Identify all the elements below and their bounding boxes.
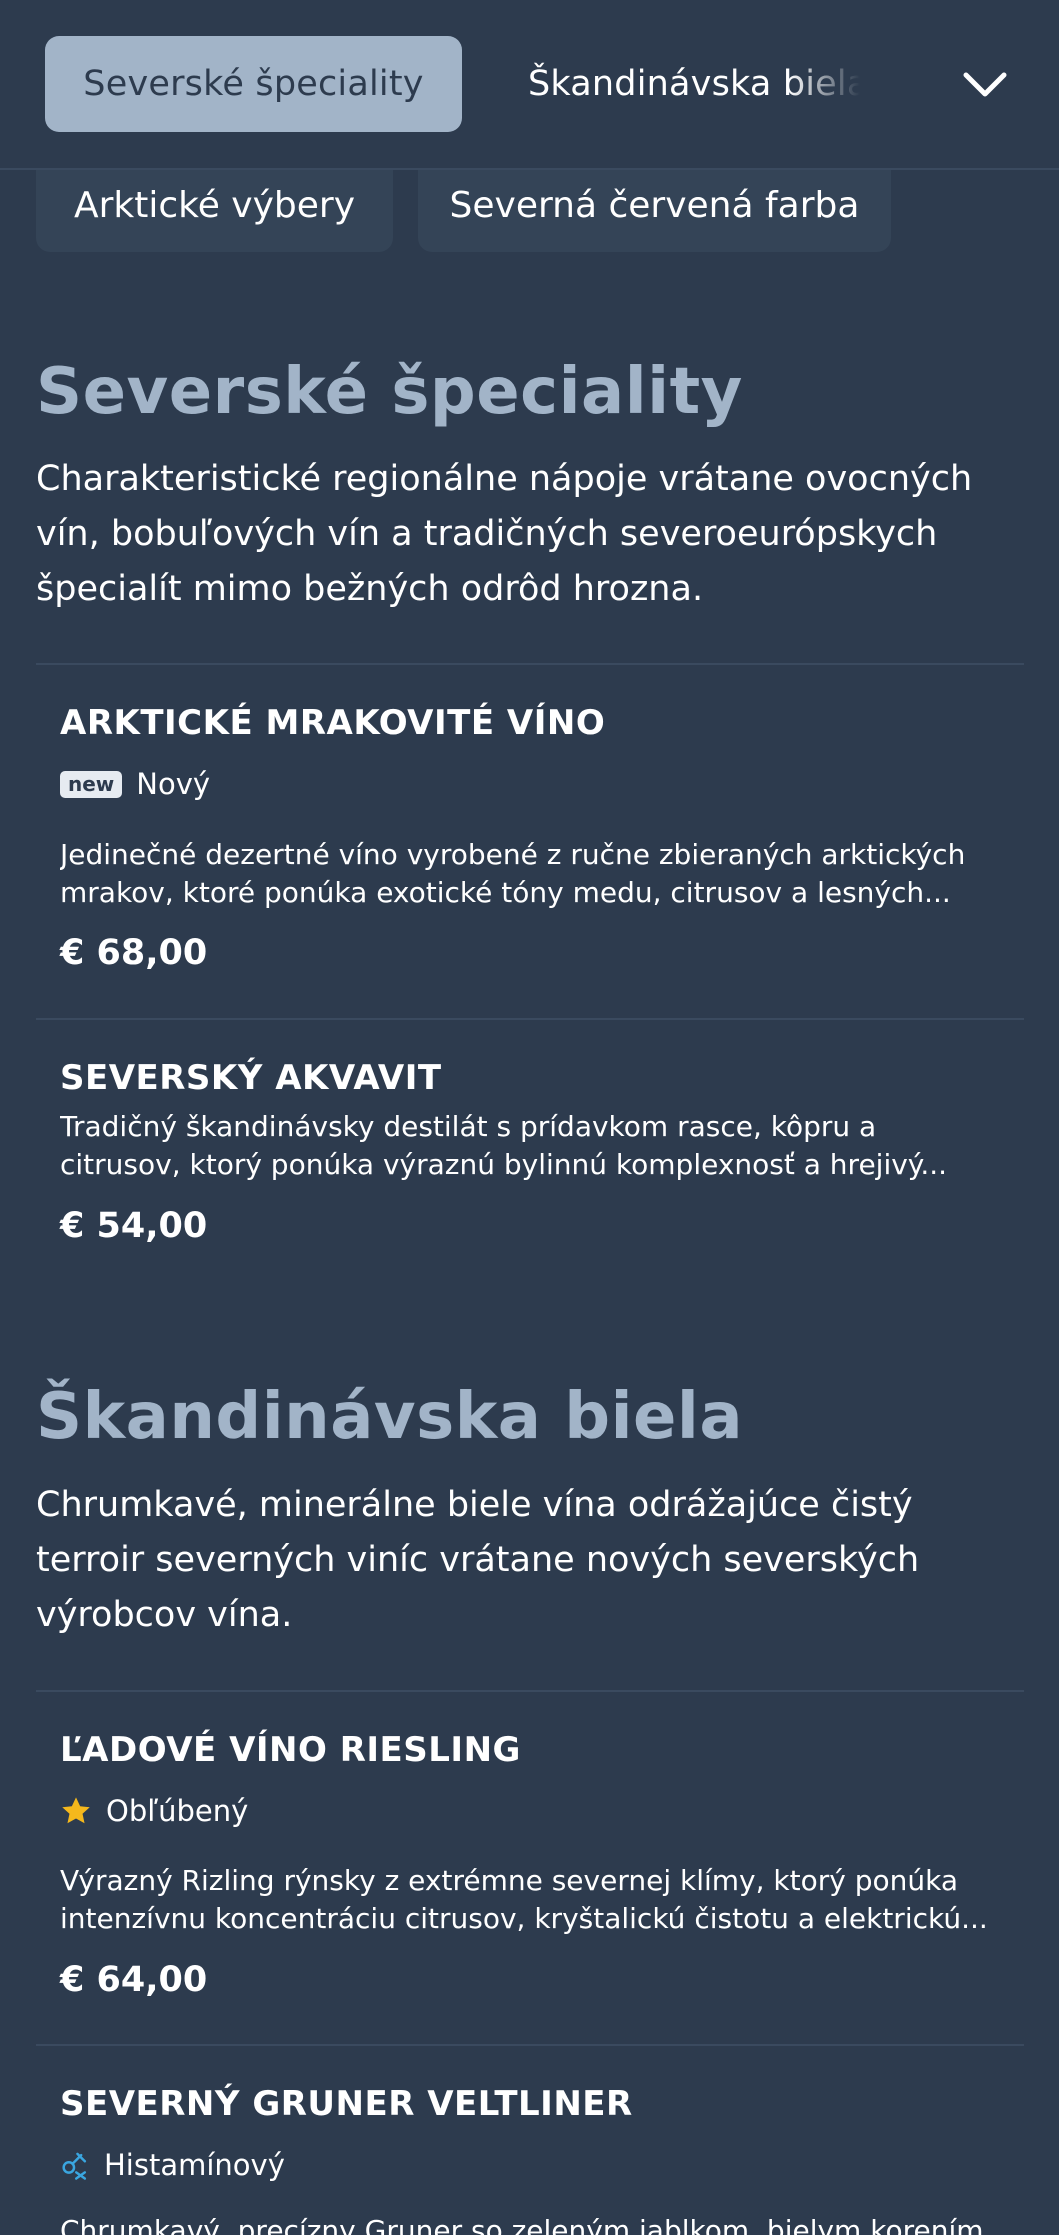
item-description: Výrazný Rizling rýnsky z extrémne severn… — [60, 1864, 988, 1935]
badge-label: Obľúbený — [106, 1794, 249, 1828]
item-description: Tradičný škandinávsky destilát s prídavk… — [60, 1110, 948, 1181]
item-name: SEVERSKÝ AKVAVIT — [60, 1058, 442, 1098]
category-pill-label: Severná červená farba — [449, 185, 860, 226]
badge-label: Nový — [136, 767, 211, 801]
new-badge-icon: new — [60, 770, 123, 798]
category-tab-scandinavian-white[interactable]: Škandinávska biela — [500, 36, 860, 132]
expand-categories-button[interactable] — [955, 55, 1015, 115]
category-tab-label: Škandinávska biela — [528, 64, 860, 104]
item-description: Chrumkavý, precízny Gruner so zeleným ja… — [60, 2214, 984, 2235]
item-name: SEVERNÝ GRUNER VELTLINER — [60, 2084, 633, 2124]
item-price: € 54,00 — [60, 1206, 208, 1246]
divider — [36, 1690, 1024, 1692]
star-icon — [62, 1797, 90, 1824]
section-title: Severské špeciality — [36, 355, 743, 429]
divider — [36, 1018, 1024, 1020]
menu-page: Arktické výbery Severná červená farba Se… — [0, 0, 1059, 2235]
item-badge: new Nový — [60, 764, 210, 804]
section-description: Chrumkavé, minerálne biele vína odrážajú… — [36, 1485, 920, 1635]
category-pill-label: Arktické výbery — [73, 185, 356, 226]
section-description: Charakteristické regionálne nápoje vráta… — [36, 459, 973, 609]
item-description: Jedinečné dezertné víno vyrobené z ručne… — [60, 838, 966, 909]
category-tab-nordic-specialities[interactable]: Severské špeciality — [45, 36, 462, 132]
category-nav: Severské špeciality Škandinávska biela — [0, 0, 1059, 170]
item-name: ĽADOVÉ VÍNO RIESLING — [60, 1730, 521, 1770]
item-name: ARKTICKÉ MRAKOVITÉ VÍNO — [60, 703, 606, 743]
section-title: Škandinávska biela — [36, 1380, 744, 1454]
divider — [36, 663, 1024, 665]
category-tab-label: Severské špeciality — [83, 64, 424, 104]
divider — [36, 2044, 1024, 2046]
item-badge: Obľúbený — [60, 1791, 248, 1831]
item-badge: Histamínový — [60, 2145, 285, 2185]
histamine-icon — [62, 2152, 87, 2180]
badge-label: Histamínový — [104, 2148, 285, 2182]
item-price: € 68,00 — [60, 933, 208, 973]
chevron-down-icon — [963, 72, 1007, 97]
item-price: € 64,00 — [60, 1960, 208, 2000]
